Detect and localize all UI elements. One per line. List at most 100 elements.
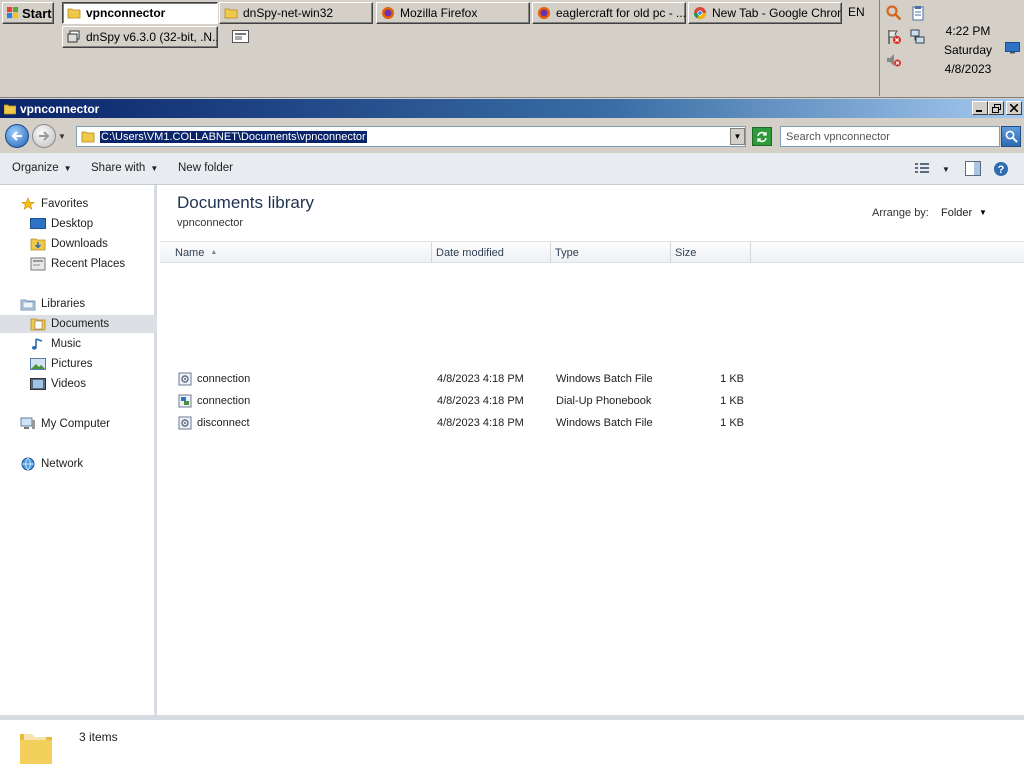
sort-ascending-icon: ▲ bbox=[210, 249, 218, 256]
nav-my-computer[interactable]: My Computer bbox=[20, 415, 110, 433]
nav-videos[interactable]: Videos bbox=[30, 375, 86, 393]
command-bar: Organize ▼ Share with ▼ New folder ▼ ? bbox=[0, 153, 1024, 185]
organize-label: Organize bbox=[12, 162, 59, 174]
start-label: Start bbox=[22, 5, 52, 21]
taskbar-button-vpnconnector[interactable]: vpnconnector bbox=[62, 2, 218, 24]
nav-favorites-label: Favorites bbox=[41, 198, 89, 210]
language-indicator[interactable]: EN bbox=[848, 5, 865, 19]
view-options-button[interactable] bbox=[914, 161, 930, 178]
search-input[interactable]: Search vpnconnector bbox=[780, 126, 1000, 147]
nav-documents[interactable]: Documents bbox=[0, 315, 157, 333]
nav-libraries[interactable]: Libraries bbox=[20, 295, 85, 313]
organize-button[interactable]: Organize ▼ bbox=[12, 162, 72, 174]
help-button[interactable]: ? bbox=[993, 161, 1009, 180]
taskbar-button-firefox[interactable]: Mozilla Firefox bbox=[376, 2, 530, 24]
chevron-down-icon: ▼ bbox=[63, 164, 72, 173]
folder-icon bbox=[224, 8, 238, 19]
file-size: 1 KB bbox=[720, 373, 744, 385]
clipboard-tray-icon[interactable] bbox=[910, 5, 926, 24]
close-icon bbox=[1010, 104, 1018, 112]
content-pane: Documents library vpnconnector Arrange b… bbox=[160, 185, 1024, 715]
nav-music-label: Music bbox=[51, 338, 82, 350]
desktop-icon bbox=[30, 218, 46, 229]
volume-muted-icon[interactable] bbox=[886, 52, 902, 71]
file-row-1[interactable]: connection 4/8/2023 4:18 PM Dial-Up Phon… bbox=[160, 391, 1024, 413]
view-dropdown-button[interactable]: ▼ bbox=[942, 163, 950, 175]
chevron-down-icon: ▼ bbox=[733, 132, 742, 141]
address-field[interactable]: C:\Users\VM1.COLLABNET\Documents\vpnconn… bbox=[76, 126, 746, 147]
back-button[interactable] bbox=[5, 124, 29, 148]
chevron-down-icon[interactable]: ▼ bbox=[979, 208, 987, 217]
address-dropdown-button[interactable]: ▼ bbox=[730, 128, 745, 145]
column-header-type[interactable]: Type bbox=[551, 242, 671, 263]
search-button[interactable] bbox=[1001, 126, 1021, 147]
help-icon: ? bbox=[994, 162, 1008, 176]
nav-desktop[interactable]: Desktop bbox=[30, 215, 93, 233]
new-folder-button[interactable]: New folder bbox=[178, 162, 233, 174]
column-header-size-label: Size bbox=[675, 246, 697, 259]
nav-documents-label: Documents bbox=[51, 318, 110, 330]
file-name: disconnect bbox=[197, 417, 250, 429]
clock-time[interactable]: 4:22 PM bbox=[940, 24, 996, 38]
file-size: 1 KB bbox=[720, 395, 744, 407]
nav-pictures[interactable]: Pictures bbox=[30, 355, 93, 373]
show-desktop-tray-icon[interactable] bbox=[1005, 42, 1020, 57]
column-header-date[interactable]: Date modified bbox=[432, 242, 551, 263]
start-button[interactable]: Start bbox=[2, 2, 54, 24]
nav-music[interactable]: Music bbox=[30, 335, 81, 353]
search-tray-icon[interactable] bbox=[886, 5, 902, 24]
preview-pane-button[interactable] bbox=[965, 161, 981, 179]
restore-button[interactable] bbox=[988, 101, 1004, 115]
folder-icon bbox=[81, 131, 95, 143]
taskbar-button-dnspy-folder[interactable]: dnSpy-net-win32 bbox=[219, 2, 373, 24]
nav-downloads-label: Downloads bbox=[51, 238, 108, 250]
taskbar-button-chrome[interactable]: New Tab - Google Chrome bbox=[688, 2, 842, 24]
computer-icon bbox=[20, 417, 35, 429]
minimize-icon bbox=[976, 110, 982, 112]
close-button[interactable] bbox=[1006, 101, 1022, 115]
file-row-2[interactable]: disconnect 4/8/2023 4:18 PM Windows Batc… bbox=[160, 413, 1024, 435]
item-count: 3 items bbox=[79, 730, 118, 744]
nav-downloads[interactable]: Downloads bbox=[30, 235, 108, 253]
taskbar: Start vpnconnector dnSpy-net-win32 Mozil… bbox=[0, 0, 1024, 98]
column-header-name[interactable]: Name ▲ bbox=[171, 242, 432, 263]
clock-date[interactable]: 4/8/2023 bbox=[940, 62, 996, 76]
arrange-by-label: Arrange by: bbox=[872, 207, 929, 219]
nav-pictures-label: Pictures bbox=[51, 358, 93, 370]
minimize-button[interactable] bbox=[972, 101, 988, 115]
arrow-left-icon bbox=[11, 131, 22, 141]
address-bar-area: ▼ C:\Users\VM1.COLLABNET\Documents\vpnco… bbox=[0, 118, 1024, 153]
search-icon bbox=[1005, 130, 1018, 143]
forward-button[interactable] bbox=[32, 124, 56, 148]
batch-file-icon bbox=[178, 416, 192, 430]
taskbar-button-dnspy[interactable]: dnSpy v6.3.0 (32-bit, .N... bbox=[62, 26, 218, 48]
folder-icon bbox=[67, 8, 81, 19]
folder-icon bbox=[20, 732, 52, 764]
taskbar-button-eaglercraft[interactable]: eaglercraft for old pc - ... bbox=[532, 2, 686, 24]
downloads-folder-icon bbox=[30, 238, 46, 251]
show-desktop-icon[interactable] bbox=[232, 30, 249, 43]
action-center-icon[interactable] bbox=[886, 29, 902, 48]
network-tray-icon[interactable] bbox=[910, 29, 926, 48]
nav-favorites[interactable]: Favorites bbox=[20, 195, 88, 213]
recent-pages-dropdown[interactable]: ▼ bbox=[58, 132, 66, 141]
file-row-0[interactable]: connection 4/8/2023 4:18 PM Windows Batc… bbox=[160, 369, 1024, 391]
phonebook-icon bbox=[178, 394, 192, 408]
file-type: Windows Batch File bbox=[556, 373, 653, 385]
taskbar-button-label: dnSpy-net-win32 bbox=[243, 6, 334, 20]
file-date: 4/8/2023 4:18 PM bbox=[437, 395, 524, 407]
window-titlebar[interactable]: vpnconnector bbox=[0, 99, 1024, 118]
arrange-by-dropdown[interactable]: Folder bbox=[941, 207, 972, 219]
refresh-button[interactable] bbox=[752, 127, 772, 146]
address-text[interactable]: C:\Users\VM1.COLLABNET\Documents\vpnconn… bbox=[100, 130, 367, 143]
share-with-button[interactable]: Share with ▼ bbox=[91, 162, 158, 174]
column-header-size[interactable]: Size bbox=[671, 242, 751, 263]
column-header-date-label: Date modified bbox=[436, 246, 504, 259]
column-header-name-label: Name bbox=[175, 246, 205, 259]
nav-recent-places[interactable]: Recent Places bbox=[30, 255, 125, 273]
library-subtitle[interactable]: vpnconnector bbox=[177, 217, 243, 229]
clock-day[interactable]: Saturday bbox=[940, 43, 996, 57]
firefox-icon bbox=[382, 7, 394, 19]
nav-network[interactable]: Network bbox=[20, 455, 83, 473]
nav-videos-label: Videos bbox=[51, 378, 86, 390]
